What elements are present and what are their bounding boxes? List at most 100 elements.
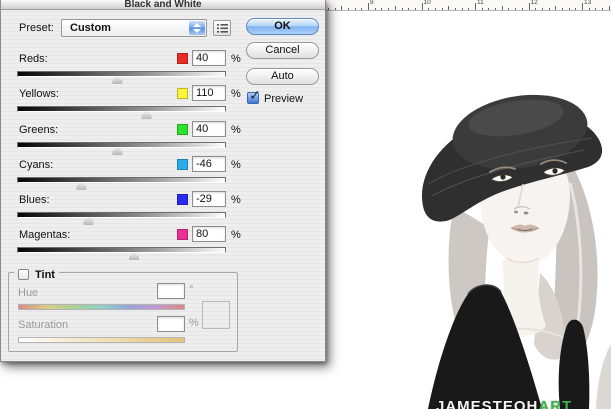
channel-label: Cyans:	[19, 159, 53, 171]
ruler-tick	[589, 8, 590, 11]
channel-value-input[interactable]	[192, 226, 226, 242]
channel-slider-track[interactable]	[17, 177, 226, 183]
list-menu-icon	[217, 24, 228, 33]
ruler-tick	[388, 8, 389, 11]
watermark-name: JAMESTEOH	[436, 398, 538, 409]
channel-slider-track[interactable]	[17, 71, 226, 77]
saturation-input[interactable]	[157, 316, 185, 332]
channel-slider-track[interactable]	[17, 106, 226, 112]
ruler-tick	[435, 8, 436, 11]
photoshop-screen: 910111213	[0, 0, 611, 409]
ruler-tick	[442, 8, 443, 11]
ruler-tick	[535, 8, 536, 11]
ruler-tick	[582, 3, 583, 10]
percent-sign: %	[231, 229, 241, 241]
channel-value-input[interactable]	[192, 85, 226, 101]
hue-unit: °	[189, 284, 193, 296]
tint-header: ✓ Tint	[14, 266, 59, 280]
slider-thumb[interactable]	[76, 182, 86, 190]
tint-checkbox[interactable]: ✓	[18, 269, 29, 280]
ruler-tick	[575, 8, 576, 11]
ruler-tick	[341, 6, 342, 10]
hue-gradient-bar[interactable]	[18, 304, 185, 310]
ok-button[interactable]: OK	[246, 18, 319, 35]
ruler-tick	[488, 8, 489, 11]
color-swatch	[177, 159, 188, 170]
channel-value-input[interactable]	[192, 50, 226, 66]
ruler-tick	[448, 6, 449, 10]
watermark-suffix: ART	[538, 398, 572, 409]
channel-row-magentas: Magentas: %	[1, 228, 241, 261]
ruler-tick	[495, 8, 496, 11]
ruler-tick	[395, 6, 396, 10]
channel-label: Greens:	[19, 124, 58, 136]
preset-options-button[interactable]	[213, 20, 231, 36]
hue-label: Hue	[18, 287, 38, 299]
slider-thumb[interactable]	[84, 217, 94, 225]
preview-checkbox[interactable]: ✓	[247, 92, 259, 104]
channel-slider-track[interactable]	[17, 212, 226, 218]
channel-slider-track[interactable]	[17, 142, 226, 148]
channel-value-input[interactable]	[192, 191, 226, 207]
preset-label: Preset:	[19, 22, 54, 34]
preset-dropdown[interactable]: Custom	[61, 19, 207, 37]
ruler-tick	[555, 6, 556, 10]
ruler-tick	[402, 8, 403, 11]
cancel-button[interactable]: Cancel	[246, 42, 319, 59]
tint-color-swatch[interactable]	[202, 301, 230, 329]
ruler-tick	[515, 8, 516, 11]
slider-thumb[interactable]	[112, 147, 122, 155]
ruler-tick	[422, 3, 423, 10]
ruler-tick	[502, 6, 503, 10]
ruler-tick	[602, 8, 603, 11]
saturation-label: Saturation	[18, 319, 68, 331]
checkmark-icon: ✓	[249, 87, 261, 104]
channel-slider-track[interactable]	[17, 247, 226, 253]
ruler-inch-label: 9	[370, 0, 374, 7]
ruler-inch-label: 11	[477, 0, 484, 7]
ruler-tick	[529, 3, 530, 10]
ruler-tick	[355, 8, 356, 11]
channel-value-input[interactable]	[192, 121, 226, 137]
color-swatch	[177, 88, 188, 99]
ruler-inch-label: 12	[531, 0, 538, 7]
ruler-tick	[609, 6, 610, 10]
percent-sign: %	[231, 159, 241, 171]
channel-row-blues: Blues: %	[1, 193, 241, 226]
saturation-unit: %	[189, 317, 199, 329]
ruler-tick	[348, 8, 349, 11]
channel-row-cyans: Cyans: %	[1, 158, 241, 191]
percent-sign: %	[231, 88, 241, 100]
ruler-tick	[455, 8, 456, 11]
ruler-tick	[415, 8, 416, 11]
ruler-tick	[508, 8, 509, 11]
ruler-tick	[361, 8, 362, 11]
slider-thumb[interactable]	[112, 76, 122, 84]
color-swatch	[177, 53, 188, 64]
slider-thumb[interactable]	[142, 111, 152, 119]
slider-thumb[interactable]	[129, 252, 139, 260]
ruler-tick	[335, 8, 336, 11]
percent-sign: %	[231, 53, 241, 65]
channel-label: Magentas:	[19, 229, 70, 241]
channel-value-input[interactable]	[192, 156, 226, 172]
channel-row-yellows: Yellows: %	[1, 87, 241, 120]
channel-row-reds: Reds: %	[1, 52, 241, 85]
ruler-inch-label: 10	[424, 0, 431, 7]
ruler-tick	[542, 8, 543, 11]
preset-stepper-icon	[189, 21, 205, 35]
ruler-tick	[522, 8, 523, 11]
document-ruler: 910111213	[320, 0, 611, 11]
auto-button[interactable]: Auto	[246, 68, 319, 85]
ruler-tick	[368, 3, 369, 10]
ruler-tick	[549, 8, 550, 11]
ruler-tick	[375, 8, 376, 11]
dialog-titlebar[interactable]: Black and White	[1, 0, 325, 10]
tint-group: ✓ Tint Hue ° Saturation %	[8, 272, 238, 352]
saturation-gradient-bar[interactable]	[18, 337, 185, 343]
color-swatch	[177, 229, 188, 240]
hue-input[interactable]	[157, 283, 185, 299]
color-swatch	[177, 194, 188, 205]
watermark-text: JAMESTEOHART	[436, 398, 572, 409]
color-swatch	[177, 124, 188, 135]
